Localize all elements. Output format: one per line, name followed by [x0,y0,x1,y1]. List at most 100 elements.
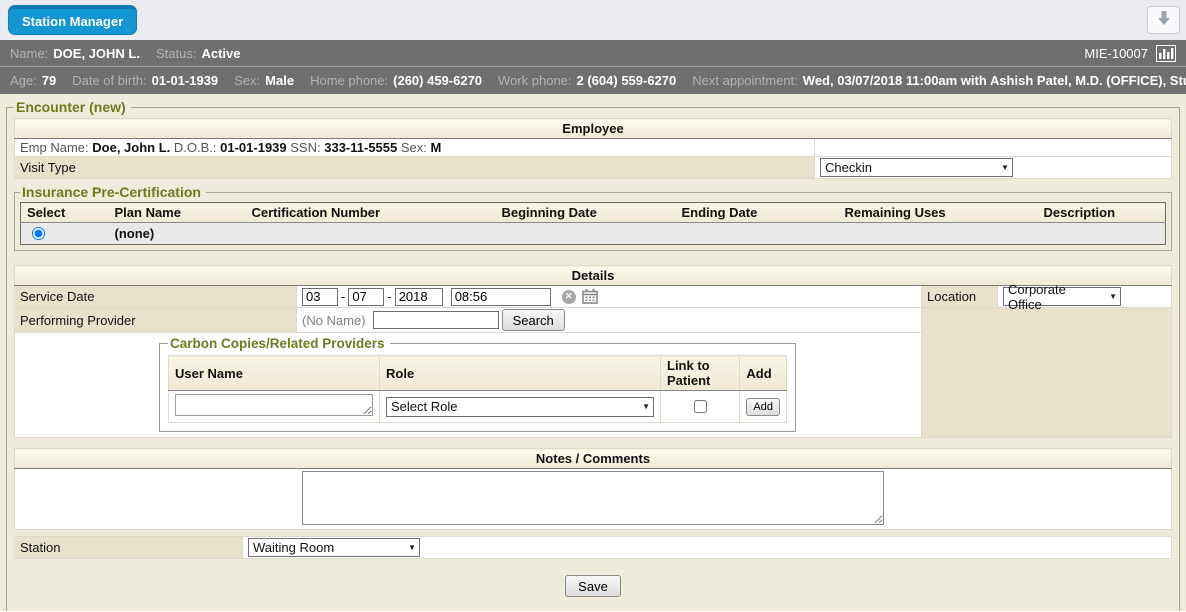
save-button[interactable]: Save [565,575,621,597]
add-button[interactable]: Add [746,398,780,416]
service-date-label: Service Date [15,286,297,308]
col-description: Description [1038,203,1166,223]
clear-date-icon[interactable]: ✕ [562,290,576,304]
dob-value: 01-01-1939 [152,73,219,88]
notes-table: Notes / Comments [14,448,1172,530]
download-button[interactable] [1147,6,1180,34]
station-manager-label: Station Manager [22,14,123,29]
col-user-name: User Name [169,356,380,391]
role-select[interactable]: Select Role ▼ [386,397,654,417]
sex-value: Male [265,73,294,88]
location-select[interactable]: Corporate Office ▼ [1003,287,1121,306]
col-select: Select [21,203,109,223]
performing-provider-row: Performing Provider (No Name) Search [15,308,1172,333]
plan-name-cell: (none) [109,223,246,245]
username-cell [169,391,380,423]
sex-label: Sex: [234,73,260,88]
status-value: Active [201,46,240,61]
insurance-fieldset: Insurance Pre-Certification Select Plan … [14,184,1172,251]
col-link-to-patient: Link to Patient [661,356,740,391]
role-value: Select Role [391,399,457,414]
next-appointment-label: Next appointment: [692,73,798,88]
patient-bar-secondary: Age: 79 Date of birth: 01-01-1939 Sex: M… [0,67,1186,94]
visit-type-select[interactable]: Checkin ▼ [820,158,1013,177]
station-manager-button[interactable]: Station Manager [8,5,137,35]
save-row: Save [14,575,1172,597]
encounter-fieldset: Encounter (new) Employee Emp Name: Doe, … [6,99,1180,611]
notes-textarea[interactable] [302,471,884,525]
service-date-row: Service Date - - ✕ [15,286,1172,308]
name-value: DOE, JOHN L. [53,46,140,61]
search-button[interactable]: Search [502,309,565,331]
page-body: Encounter (new) Employee Emp Name: Doe, … [0,94,1186,611]
location-cell: Corporate Office ▼ [998,286,1172,308]
home-phone-label: Home phone: [310,73,388,88]
details-header: Details [15,266,1172,286]
col-plan-name: Plan Name [109,203,246,223]
chevron-down-icon: ▼ [408,543,416,552]
insurance-table: Select Plan Name Certification Number Be… [20,202,1166,245]
status-label: Status: [156,46,196,61]
username-textarea[interactable] [175,394,373,416]
chevron-down-icon: ▼ [642,402,650,411]
link-to-patient-checkbox[interactable] [694,400,707,413]
station-value: Waiting Room [253,540,334,555]
carbon-legend: Carbon Copies/Related Providers [168,336,390,351]
emp-dob-value: 01-01-1939 [220,140,287,155]
service-time-input[interactable] [451,288,551,306]
precert-row: (none) [21,223,1166,245]
employee-info-cell: Emp Name: Doe, John L. D.O.B.: 01-01-193… [15,139,815,157]
role-cell: Select Role ▼ [380,391,661,423]
station-select[interactable]: Waiting Room ▼ [248,538,420,557]
add-cell: Add [740,391,787,423]
station-cell: Waiting Room ▼ [243,537,1172,559]
patient-id: MIE-10007 [1084,46,1148,61]
insurance-header-row: Select Plan Name Certification Number Be… [21,203,1166,223]
col-beginning-date: Beginning Date [496,203,676,223]
service-date-year-input[interactable] [395,288,443,306]
visit-type-label: Visit Type [15,157,815,179]
location-value: Corporate Office [1008,282,1103,312]
chevron-down-icon: ▼ [1001,163,1009,172]
emp-ssn-label: SSN: [290,140,320,155]
download-icon [1156,10,1172,30]
notes-cell [15,469,1172,530]
col-ending-date: Ending Date [676,203,839,223]
performing-provider-cell: (No Name) Search [297,308,922,333]
provider-search-input[interactable] [373,311,499,329]
name-label: Name: [10,46,48,61]
service-date-day-input[interactable] [348,288,384,306]
calendar-icon[interactable] [582,289,598,304]
encounter-legend: Encounter (new) [14,99,131,115]
col-role: Role [380,356,661,391]
carbon-fieldset: Carbon Copies/Related Providers User Nam… [159,336,796,432]
precert-radio[interactable] [32,227,45,240]
service-date-month-input[interactable] [302,288,338,306]
insurance-legend: Insurance Pre-Certification [20,184,206,200]
dob-label: Date of birth: [72,73,146,88]
link-cell [661,391,740,423]
chevron-down-icon: ▼ [1109,292,1117,301]
visit-type-row: Visit Type Checkin ▼ [15,157,1172,179]
emp-sex-value: M [431,140,442,155]
work-phone-label: Work phone: [498,73,571,88]
notes-header: Notes / Comments [15,449,1172,469]
carbon-input-row: Select Role ▼ Add [169,391,787,423]
emp-dob-label: D.O.B.: [174,140,217,155]
bar-chart-icon[interactable] [1156,45,1176,62]
age-value: 79 [42,73,56,88]
carbon-header-row: User Name Role Link to Patient Add [169,356,787,391]
service-date-cell: - - ✕ [297,286,922,308]
details-right-filler [922,308,1172,438]
station-label: Station [15,537,243,559]
top-bar: Station Manager [0,0,1186,40]
date-separator: - [341,289,345,304]
date-separator: - [387,289,391,304]
employee-info-row: Emp Name: Doe, John L. D.O.B.: 01-01-193… [15,139,1172,157]
carbon-cell: Carbon Copies/Related Providers User Nam… [15,333,922,438]
emp-ssn-value: 333-11-5555 [324,140,397,155]
work-phone-value: 2 (604) 559-6270 [577,73,677,88]
patient-bar-primary: Name: DOE, JOHN L. Status: Active MIE-10… [0,40,1186,67]
employee-table: Employee Emp Name: Doe, John L. D.O.B.: … [14,118,1172,179]
home-phone-value: (260) 459-6270 [393,73,482,88]
